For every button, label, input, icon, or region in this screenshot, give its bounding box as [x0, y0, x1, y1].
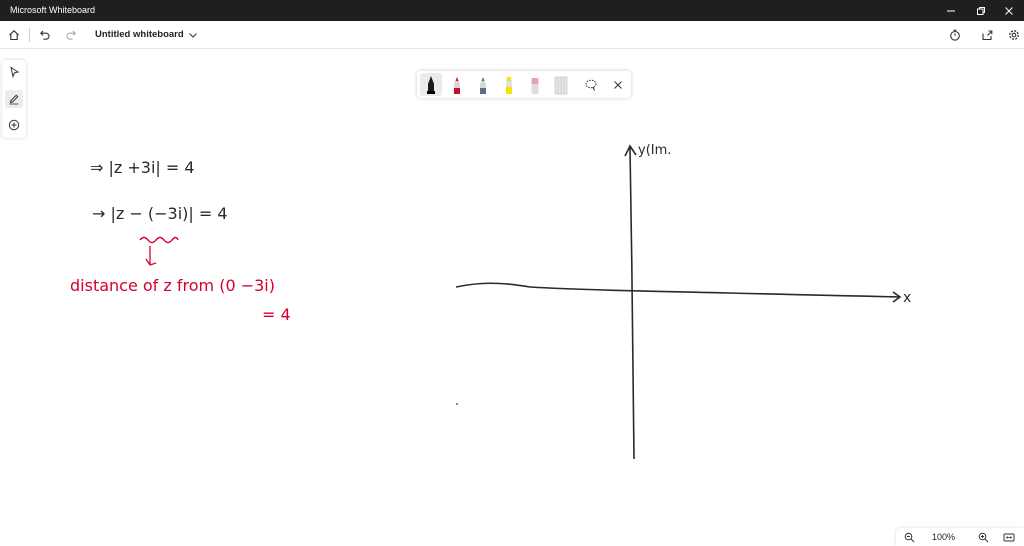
close-button[interactable]	[992, 0, 1024, 21]
undo-icon	[40, 30, 50, 40]
zoom-in-icon	[978, 532, 988, 542]
ink-x-axis	[455, 282, 901, 298]
app-bar: Untitled whiteboard	[0, 21, 1024, 49]
redo-button[interactable]	[62, 26, 80, 44]
ink-down-arrow	[145, 246, 157, 266]
zoom-out-icon	[904, 532, 914, 542]
ink-y-axis	[629, 147, 635, 460]
board-menu-button[interactable]	[184, 26, 202, 44]
window-title: Microsoft Whiteboard	[10, 5, 96, 15]
share-icon	[982, 30, 993, 41]
timer-button[interactable]	[946, 26, 964, 44]
close-icon	[1005, 6, 1013, 15]
zoom-level: 100%	[932, 532, 956, 542]
undo-button[interactable]	[36, 26, 54, 44]
share-button[interactable]	[978, 26, 996, 44]
gear-icon	[1009, 30, 1019, 40]
ink-equation-line2: → |z − (−3i)| = 4	[92, 204, 228, 223]
ink-x-axis-label: x	[903, 290, 911, 306]
divider	[29, 28, 30, 42]
ink-equals-four: = 4	[262, 305, 291, 324]
board-name[interactable]: Untitled whiteboard	[95, 29, 184, 40]
home-button[interactable]	[5, 26, 23, 44]
chevron-down-icon	[189, 33, 197, 38]
ink-y-axis-label: y(Im.	[638, 143, 671, 158]
redo-icon	[66, 30, 76, 40]
title-bar: Microsoft Whiteboard	[0, 0, 1024, 21]
fit-screen-icon	[1003, 533, 1015, 541]
minimize-button[interactable]	[934, 0, 968, 21]
minimize-icon	[947, 10, 955, 11]
ink-dot	[456, 403, 458, 405]
ink-equation-line1: ⇒ |z +3i| = 4	[90, 158, 195, 177]
ink-underline-squiggle	[139, 236, 179, 244]
home-icon	[9, 30, 19, 41]
restore-icon	[977, 6, 985, 15]
timer-icon	[950, 29, 960, 41]
fit-to-screen-button[interactable]	[1002, 530, 1016, 544]
settings-button[interactable]	[1005, 26, 1023, 44]
zoom-out-button[interactable]	[902, 530, 916, 544]
whiteboard-canvas[interactable]: ⇒ |z +3i| = 4 → |z − (−3i)| = 4 distance…	[0, 48, 1024, 526]
ink-distance-line: distance of z from (0 −3i)	[70, 276, 275, 295]
zoom-control: 100%	[896, 528, 1024, 546]
zoom-in-button[interactable]	[976, 530, 990, 544]
